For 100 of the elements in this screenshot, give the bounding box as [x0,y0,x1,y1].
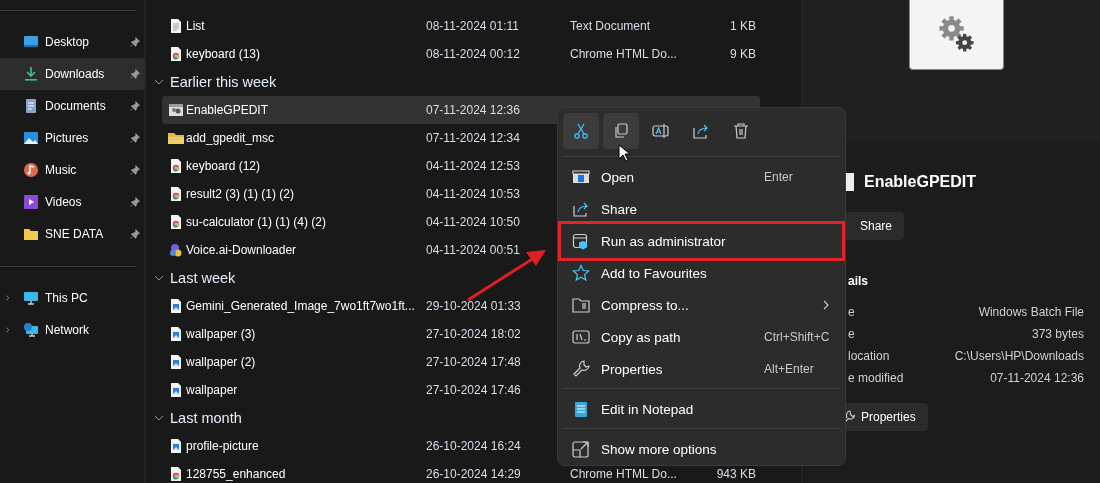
sidebar-item[interactable]: Downloads [0,58,145,90]
path-icon [572,328,590,346]
file-icon [168,18,184,34]
file-date: 04-11-2024 12:53 [426,159,521,173]
file-date: 27-10-2024 17:48 [426,355,522,369]
file-type: Chrome HTML Do... [570,467,677,481]
property-label: e [848,305,855,319]
desktop-icon [23,34,39,50]
file-date: 26-10-2024 14:29 [426,467,522,481]
file-icon [168,186,184,202]
sidebar-label: Desktop [45,35,91,49]
menu-item[interactable]: Compress to... [558,289,845,321]
chevron-right-icon [821,300,831,310]
shortcut-label: Enter [764,170,793,184]
sidebar-label: Videos [45,195,83,209]
sidebar-label: Documents [45,99,107,113]
shield-icon [572,232,590,250]
file-name: add_gpedit_msc [186,131,276,145]
property-label: e [848,327,855,341]
file-name: EnableGPEDIT [186,103,270,117]
sidebar-label: Downloads [45,67,106,81]
file-size: 1 KB [730,19,756,33]
property-value: 07-11-2024 12:36 [990,371,1084,385]
sidebar-label: SNE DATA [45,227,105,241]
file-icon [168,438,184,454]
file-date: 07-11-2024 12:36 [426,103,521,117]
sidebar-item[interactable]: Documents [0,90,145,122]
notepad-icon [572,400,590,418]
music-icon [23,162,39,178]
sidebar-item[interactable]: This PC [0,282,145,314]
menu-item[interactable]: Copy as path Ctrl+Shift+C [558,321,845,353]
sidebar-item[interactable]: Desktop [0,26,145,58]
chevron-down-icon [154,77,164,87]
file-row[interactable]: keyboard (13) 08-11-2024 00:12 Chrome HTML Do... 9 KB [162,40,760,68]
property-label: location [848,349,890,363]
property-value: 373 bytes [1031,327,1084,341]
sidebar-item[interactable]: Network [0,314,145,346]
sidebar-item[interactable]: Music [0,154,145,186]
file-name: result2 (3) (1) (1) (2) [186,187,296,201]
group-title: Earlier this week [170,74,277,90]
downloads-icon [23,66,39,82]
file-date: 07-11-2024 12:34 [426,131,521,145]
sidebar-item[interactable]: Pictures [0,122,145,154]
file-name: Gemini_Generated_Image_7wo1ft7wo1ft... [186,299,416,313]
file-row[interactable]: add_gpedit_msc 07-11-2024 12:34 [162,124,760,152]
file-icon [168,466,184,482]
property-label: e modified [848,371,904,385]
sidebar-item[interactable]: Videos [0,186,145,218]
file-date: 08-11-2024 01:11 [426,19,520,33]
chevron-right-icon [4,294,12,302]
file-row[interactable]: List 08-11-2024 01:11 Text Document 1 KB [162,12,760,40]
shortcut-label: Ctrl+Shift+C [764,330,830,344]
pictures-icon [23,130,39,146]
documents-icon [23,98,39,114]
chevron-down-icon [154,273,164,283]
mouse-pointer-icon [618,144,630,162]
file-name: List [186,19,206,33]
file-date: 04-11-2024 10:53 [426,187,521,201]
file-name: Voice.ai-Downloader [186,243,298,257]
zip-folder-icon [168,130,184,146]
wrench-icon [572,360,590,378]
file-name: profile-picture [186,439,260,453]
shortcut-label: Alt+Enter [764,362,814,376]
file-icon [168,354,184,370]
pin-icon [129,36,141,48]
file-title: EnableGPEDIT [864,173,977,191]
file-icon [168,326,184,342]
chevron-down-icon [154,413,164,423]
file-size: 943 KB [716,467,756,481]
copy-icon [612,121,630,140]
file-icon [168,102,184,118]
file-icon [168,214,184,230]
network-icon [23,322,39,338]
copy-button[interactable] [603,112,639,149]
file-icon [168,158,184,174]
monitor-icon [23,290,39,306]
group-header[interactable]: Earlier this week [146,68,801,96]
pin-icon [129,100,141,112]
pin-icon [129,196,141,208]
sidebar-item[interactable]: SNE DATA [0,218,145,250]
cut-button[interactable] [563,112,599,149]
file-date: 04-11-2024 10:50 [426,215,521,229]
videos-icon [23,194,39,210]
file-name: wallpaper (3) [186,327,257,341]
property-value: Windows Batch File [978,305,1084,319]
section-heading: ails [847,273,868,290]
file-date: 08-11-2024 00:12 [426,47,521,61]
sidebar-label: Network [45,323,90,337]
sidebar-label: This PC [45,291,89,305]
file-date: 29-10-2024 01:33 [426,299,522,313]
menu-item[interactable]: Open Enter [558,161,845,193]
pin-icon [129,164,141,176]
file-name: keyboard (13) [186,47,262,61]
pin-icon [129,228,141,240]
sidebar-label: Music [45,163,78,177]
group-title: Last week [170,270,236,286]
file-name: wallpaper [186,383,239,397]
installer-icon [168,242,184,258]
pin-icon [129,68,141,80]
file-name: su-calculator (1) (1) (4) (2) [186,215,328,229]
